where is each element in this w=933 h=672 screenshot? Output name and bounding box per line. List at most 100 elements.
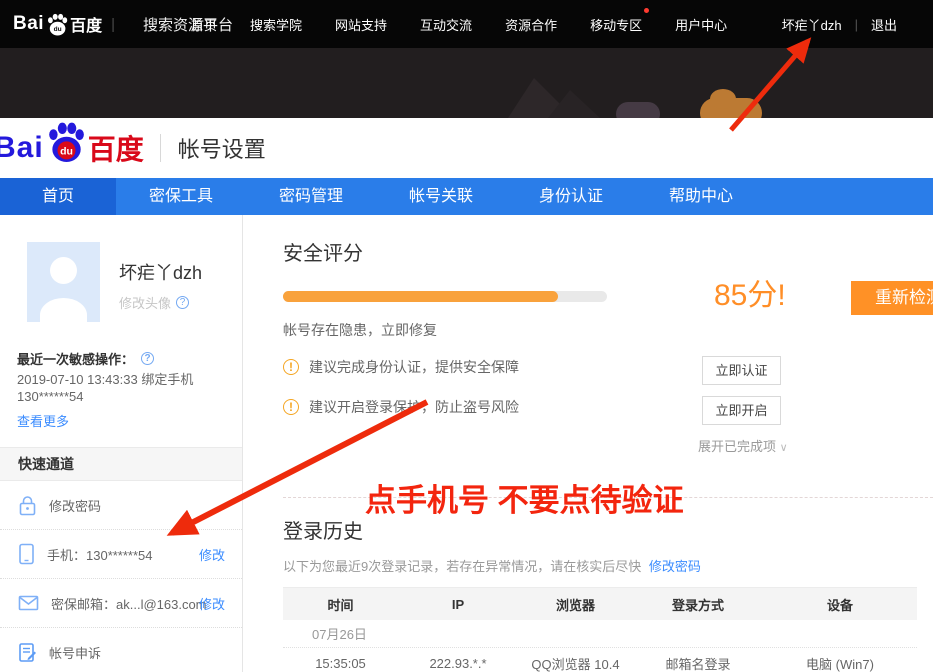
page-title: 帐号设置 (178, 132, 266, 164)
main-content: 安全评分 85分! 重新检测 帐号存在隐患，立即修复 建议完成身份认证，提供安全… (244, 215, 933, 672)
top-nav-mobile-zone[interactable]: 移动专区 (590, 15, 642, 34)
page-header: Bai du 百度 帐号设置 (0, 118, 933, 178)
warning-identity-text: 建议完成身份认证，提供安全保障 (309, 357, 519, 377)
logo-text-bai: Bai (13, 13, 44, 35)
enable-now-button[interactable]: 立即开启 (702, 396, 781, 425)
svg-text:du: du (54, 26, 62, 33)
security-score-title: 安全评分 (283, 237, 363, 266)
change-password-link[interactable]: 修改密码 (649, 559, 701, 574)
login-history-subtitle: 以下为您最近9次登录记录，若存在异常情况，请在核实后尽快 修改密码 (283, 556, 701, 575)
username-link[interactable]: 坏疟丫dzh (782, 15, 842, 34)
notification-dot (644, 8, 649, 13)
tab-security-tools[interactable]: 密保工具 (116, 178, 246, 215)
last-sensitive-op-label: 最近一次敏感操作： (17, 349, 154, 368)
column-header-device: 设备 (763, 595, 917, 614)
column-header-time: 时间 (283, 595, 398, 614)
banner-mountain-shape (548, 90, 600, 118)
quick-channel-title: 快速通道 (0, 447, 242, 481)
tab-identity-verification[interactable]: 身份认证 (506, 178, 636, 215)
warning-icon (283, 399, 299, 415)
verify-now-button[interactable]: 立即认证 (702, 356, 781, 385)
banner-cloud-shape (616, 102, 660, 118)
top-nav-user-center[interactable]: 用户中心 (675, 15, 727, 34)
cell-browser: QQ浏览器 10.4 (518, 654, 633, 672)
logo-text-baidu-cn: 百度 (88, 128, 144, 168)
top-nav-mobile-zone-label: 移动专区 (590, 18, 642, 33)
login-history-table: 时间 IP 浏览器 登录方式 设备 07月26日 15:35:05 222.93… (283, 587, 917, 672)
top-nav: 首页 搜索学院 网站支持 互动交流 资源合作 移动专区 用户中心 (191, 0, 727, 48)
date-group-label: 07月26日 (283, 624, 367, 643)
baidu-logo[interactable]: Bai du 百度 (0, 128, 144, 168)
security-score-value: 85分! (714, 270, 786, 314)
top-bar: Bai du 百度 | 搜索资源平台 首页 搜索学院 网站支持 互动交流 资源合… (0, 0, 933, 48)
warning-icon (283, 359, 299, 375)
login-history-title: 登录历史 (283, 515, 363, 544)
cell-device: 电脑 (Win7) (763, 654, 917, 672)
mail-icon (18, 595, 39, 611)
risk-warning-text: 帐号存在隐患，立即修复 (283, 320, 437, 340)
tab-home[interactable]: 首页 (0, 178, 116, 215)
tab-account-link[interactable]: 帐号关联 (376, 178, 506, 215)
email-modify-link[interactable]: 修改 (199, 594, 225, 613)
cell-time: 15:35:05 (283, 656, 398, 671)
phone-number-label: 手机：130******54 (47, 545, 153, 564)
phone-icon (18, 543, 35, 565)
avatar[interactable] (27, 242, 100, 322)
logo-text-bai: Bai (0, 131, 44, 165)
top-nav-search-academy[interactable]: 搜索学院 (250, 15, 302, 34)
top-bar-account-area: 坏疟丫dzh | 退出 (782, 0, 897, 48)
sidebar-item-security-email[interactable]: 密保邮箱：ak...l@163.com 修改 (0, 579, 242, 628)
table-date-group-row: 07月26日 (283, 620, 917, 648)
security-email-label: 密保邮箱：ak...l@163.com (51, 594, 207, 613)
avatar-silhouette (40, 298, 87, 322)
red-annotation-text: 点手机号 不要点待验证 (365, 475, 684, 520)
phone-modify-link[interactable]: 修改 (199, 545, 225, 564)
view-more-link[interactable]: 查看更多 (17, 411, 69, 430)
last-sensitive-op-detail: 2019-07-10 13:43:33 绑定手机 130******54 (17, 371, 227, 405)
baidu-account-settings-page: Bai du 百度 | 搜索资源平台 首页 搜索学院 网站支持 互动交流 资源合… (0, 0, 933, 672)
edit-avatar-link[interactable]: 修改头像 (119, 293, 189, 312)
chevron-down-icon (780, 439, 788, 454)
column-header-browser: 浏览器 (518, 595, 633, 614)
expand-completed-label: 展开已完成项 (698, 439, 776, 454)
table-row: 15:35:05 222.93.*.* QQ浏览器 10.4 邮箱名登录 电脑 … (283, 648, 917, 672)
expand-completed-link[interactable]: 展开已完成项 (698, 436, 788, 455)
banner-cloud-shape (700, 98, 762, 118)
sidebar: 坏疟丫dzh 修改头像 最近一次敏感操作： 2019-07-10 13:43:3… (0, 215, 243, 672)
column-header-ip: IP (398, 597, 518, 612)
last-op-phone: 130******54 (17, 388, 227, 405)
cell-login-method: 邮箱名登录 (633, 654, 763, 672)
top-nav-interaction[interactable]: 互动交流 (420, 15, 472, 34)
warning-identity: 建议完成身份认证，提供安全保障 (283, 357, 519, 377)
login-history-subtitle-text: 以下为您最近9次登录记录，若存在异常情况，请在核实后尽快 (283, 559, 641, 574)
header-divider (160, 134, 161, 162)
account-appeal-label: 帐号申诉 (49, 643, 101, 662)
column-header-login-method: 登录方式 (633, 595, 763, 614)
sidebar-item-change-password[interactable]: 修改密码 (0, 481, 242, 530)
top-nav-site-support[interactable]: 网站支持 (335, 15, 387, 34)
security-progress-bar (283, 291, 607, 302)
account-divider: | (855, 17, 858, 32)
help-question-icon[interactable] (176, 296, 189, 309)
svg-text:du: du (60, 146, 73, 158)
security-progress-fill (283, 291, 558, 302)
sidebar-item-account-appeal[interactable]: 帐号申诉 (0, 628, 242, 672)
avatar-silhouette (50, 257, 77, 284)
warning-login-protection: 建议开启登录保护，防止盗号风险 (283, 397, 519, 417)
baidu-platform-logo[interactable]: Bai du 百度 | (13, 0, 115, 48)
last-op-datetime: 2019-07-10 13:43:33 绑定手机 (17, 371, 227, 388)
top-nav-resource-coop[interactable]: 资源合作 (505, 15, 557, 34)
logout-link[interactable]: 退出 (871, 15, 897, 34)
edit-avatar-label: 修改头像 (119, 293, 171, 312)
cell-ip: 222.93.*.* (398, 656, 518, 671)
sidebar-item-phone[interactable]: 手机：130******54 修改 (0, 530, 242, 579)
logo-text-baidu-cn: 百度 (70, 12, 102, 36)
top-nav-home[interactable]: 首页 (191, 15, 217, 34)
tab-password-management[interactable]: 密码管理 (246, 178, 376, 215)
logo-divider: | (111, 16, 115, 33)
help-question-icon[interactable] (141, 352, 154, 365)
document-appeal-icon (18, 642, 37, 663)
recheck-button[interactable]: 重新检测 (851, 281, 933, 315)
profile-username: 坏疟丫dzh (119, 259, 202, 285)
tab-help-center[interactable]: 帮助中心 (636, 178, 766, 215)
